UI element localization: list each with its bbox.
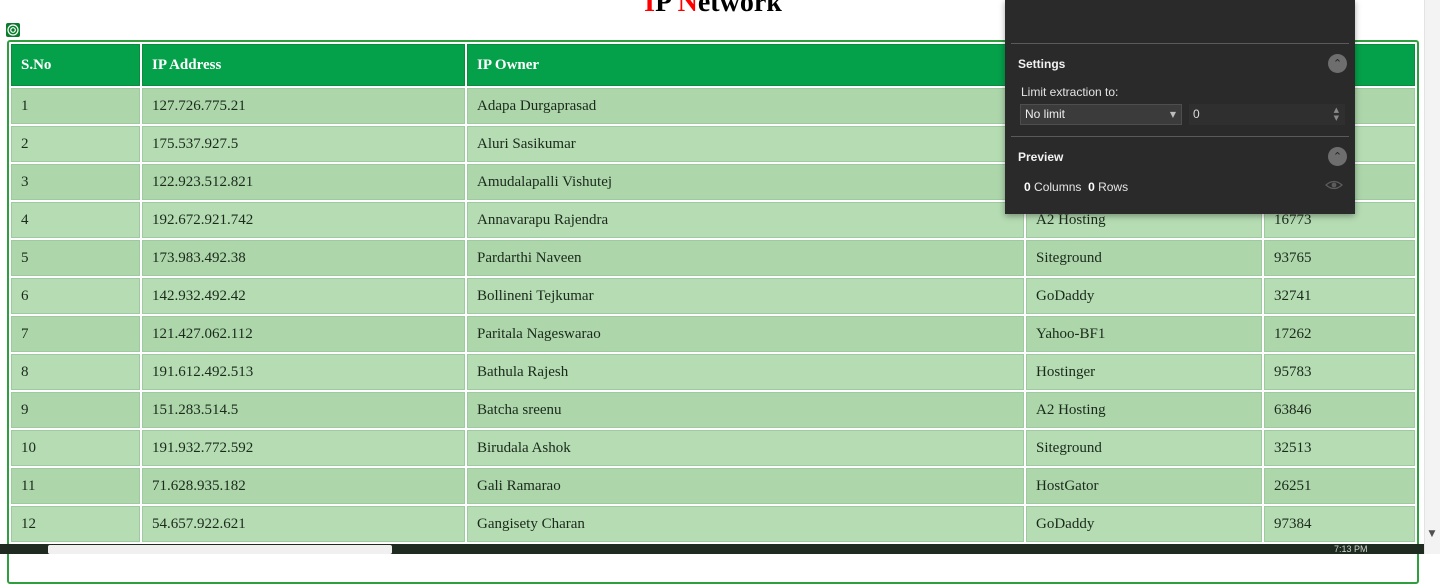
cell-ip-address: 121.427.062.112 [142,316,465,352]
taskbar-clock: 7:13 PM [1334,544,1368,554]
cell-number: 95783 [1264,354,1415,390]
cell-ip-owner: Annavarapu Rajendra [467,202,1024,238]
limit-number-value: 0 [1193,107,1200,121]
cell-ip-owner: Aluri Sasikumar [467,126,1024,162]
cell-ip-owner: Paritala Nageswarao [467,316,1024,352]
cell-host: Yahoo-BF1 [1026,316,1262,352]
preview-counts: 0 Columns 0 Rows [1024,180,1128,194]
cell-sno: 8 [11,354,140,390]
cell-ip-address: 151.283.514.5 [142,392,465,428]
cell-sno: 11 [11,468,140,504]
cell-ip-owner: Adapa Durgaprasad [467,88,1024,124]
cell-ip-address: 54.657.922.621 [142,506,465,542]
cell-ip-owner: Gali Ramarao [467,468,1024,504]
cell-number: 97384 [1264,506,1415,542]
limit-select-value: No limit [1025,107,1066,121]
cell-host: Siteground [1026,240,1262,276]
cell-sno: 1 [11,88,140,124]
table-row: 12 54.657.922.621 Gangisety Charan GoDaddy 9… [11,506,1415,542]
eye-icon[interactable] [1325,178,1343,192]
cell-host: Hostinger [1026,354,1262,390]
rows-count: 0 [1088,180,1095,194]
header-ip-address[interactable]: IP Address [142,44,465,86]
cell-sno: 4 [11,202,140,238]
cell-host: GoDaddy [1026,278,1262,314]
table-row: 7 121.427.062.112 Paritala Nageswarao Yahoo… [11,316,1415,352]
table-row: 9 151.283.514.5 Batcha sreenu A2 Hosting 638… [11,392,1415,428]
columns-count: 0 [1024,180,1031,194]
title-letter-n: N [677,0,698,18]
table-row: 11 71.628.935.182 Gali Ramarao HostGator 262… [11,468,1415,504]
preview-title: Preview [1018,150,1064,164]
cell-ip-address: 191.932.772.592 [142,430,465,466]
cell-number: 17262 [1264,316,1415,352]
cell-sno: 6 [11,278,140,314]
table-extractor-panel: Settings ⌃ Limit extraction to: No limit… [1005,0,1355,214]
cell-ip-address: 71.628.935.182 [142,468,465,504]
table-row: 6 142.932.492.42 Bollineni Tejkumar GoDaddy… [11,278,1415,314]
cell-ip-owner: Amudalapalli Vishutej [467,164,1024,200]
cell-ip-address: 191.612.492.513 [142,354,465,390]
limit-extraction-select[interactable]: No limit ▼ [1020,104,1182,125]
settings-title: Settings [1018,57,1066,71]
header-sno[interactable]: S.No [11,44,140,86]
cell-ip-owner: Bathula Rajesh [467,354,1024,390]
cell-ip-owner: Bollineni Tejkumar [467,278,1024,314]
table-row: 5 173.983.492.38 Pardarthi Naveen Sitegroun… [11,240,1415,276]
cell-ip-owner: Pardarthi Naveen [467,240,1024,276]
cell-ip-owner: Birudala Ashok [467,430,1024,466]
cell-sno: 7 [11,316,140,352]
header-ip-owner[interactable]: IP Owner [467,44,1024,86]
cell-number: 93765 [1264,240,1415,276]
cell-ip-address: 192.672.921.742 [142,202,465,238]
cell-host: A2 Hosting [1026,392,1262,428]
cell-sno: 5 [11,240,140,276]
title-letter-i: I [644,0,656,18]
cell-sno: 2 [11,126,140,162]
cell-ip-address: 175.537.927.5 [142,126,465,162]
columns-label: Columns [1034,180,1082,194]
scrollbar-thumb[interactable] [1425,0,1439,514]
taskbar-search-box[interactable] [48,545,392,554]
cell-ip-owner: Batcha sreenu [467,392,1024,428]
cell-ip-address: 122.923.512.821 [142,164,465,200]
limit-extraction-label: Limit extraction to: [1021,85,1119,99]
table-row: 8 191.612.492.513 Bathula Rajesh Hostinger 9… [11,354,1415,390]
cell-sno: 10 [11,430,140,466]
panel-divider [1011,43,1349,44]
cell-number: 32741 [1264,278,1415,314]
limit-number-input[interactable]: 0 ▲ ▼ [1189,104,1345,125]
cell-number: 32513 [1264,430,1415,466]
cell-host: Siteground [1026,430,1262,466]
cell-sno: 12 [11,506,140,542]
number-spinner-icon[interactable]: ▲ ▼ [1334,106,1339,122]
rows-label: Rows [1098,180,1129,194]
cell-sno: 9 [11,392,140,428]
cell-ip-address: 142.932.492.42 [142,278,465,314]
cell-number: 26251 [1264,468,1415,504]
cell-sno: 3 [11,164,140,200]
preview-collapse-chevron-up-icon[interactable]: ⌃ [1328,147,1347,166]
title-part-etwork: etwork [697,0,782,18]
cell-ip-address: 173.983.492.38 [142,240,465,276]
settings-collapse-chevron-up-icon[interactable]: ⌃ [1328,54,1347,73]
cell-host: GoDaddy [1026,506,1262,542]
select-target-icon[interactable] [6,23,20,37]
cell-host: HostGator [1026,468,1262,504]
cell-ip-owner: Gangisety Charan [467,506,1024,542]
scroll-down-arrow-icon[interactable]: ▼ [1426,528,1438,540]
panel-divider [1011,136,1349,137]
table-row: 10 191.932.772.592 Birudala Ashok Sitegroun… [11,430,1415,466]
dropdown-caret-icon: ▼ [1169,110,1176,119]
cell-number: 63846 [1264,392,1415,428]
title-part-p: P [655,0,678,18]
cell-ip-address: 127.726.775.21 [142,88,465,124]
